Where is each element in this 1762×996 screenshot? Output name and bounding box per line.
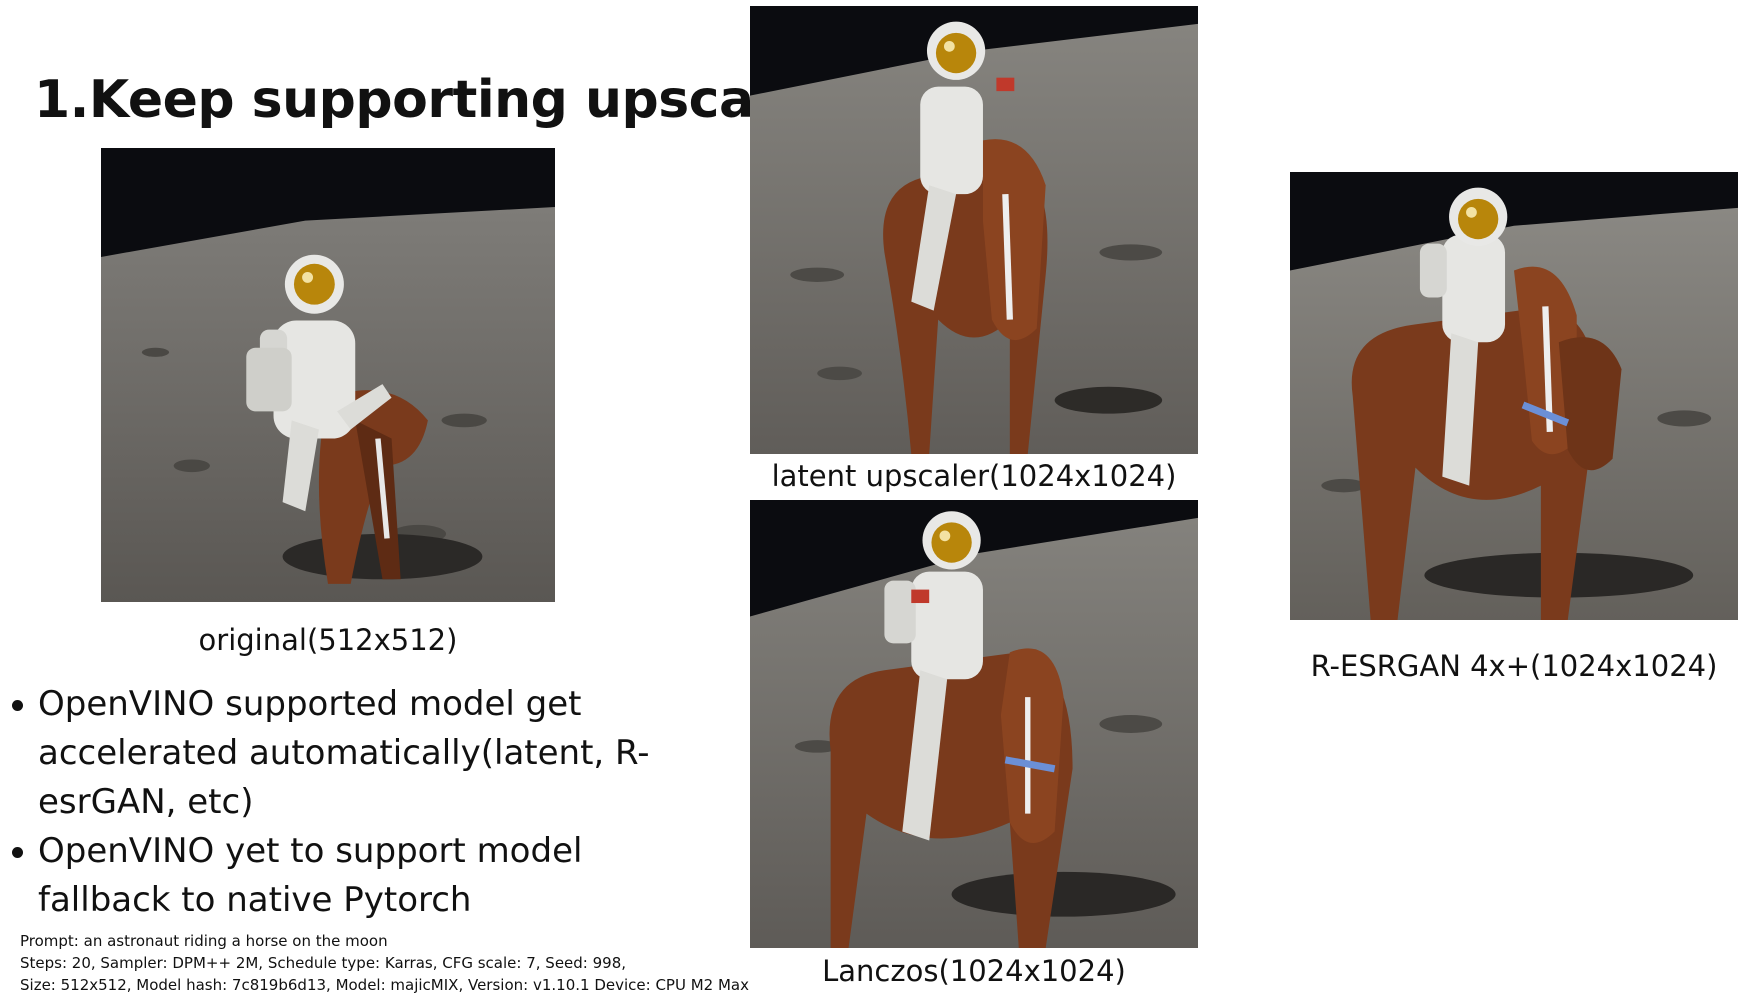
params-line: Steps: 20, Sampler: DPM++ 2M, Schedule t…: [20, 954, 627, 972]
bullet-item: OpenVINO supported model get accelerated…: [6, 680, 706, 827]
model-line: Size: 512x512, Model hash: 7c819b6d13, M…: [20, 976, 749, 994]
astronaut-horse-moon-photo-icon: [101, 148, 555, 602]
resrgan-caption: R-ESRGAN 4x+(1024x1024): [1310, 649, 1718, 683]
bullet-list: OpenVINO supported model get accelerated…: [6, 680, 706, 925]
bullet-dot-icon: [12, 847, 23, 858]
astronaut-horse-moon-photo-icon: [750, 6, 1198, 454]
prompt-line: Prompt: an astronaut riding a horse on t…: [20, 932, 388, 950]
bullet-text: OpenVINO supported model get accelerated…: [38, 684, 650, 822]
bullet-item: OpenVINO yet to support model fallback t…: [6, 827, 706, 925]
lanczos-image: [750, 500, 1198, 948]
latent-upscaler-image: [750, 6, 1198, 454]
original-image: [101, 148, 555, 602]
astronaut-horse-moon-photo-icon: [750, 500, 1198, 948]
bullet-dot-icon: [12, 700, 23, 711]
resrgan-image: [1290, 172, 1738, 620]
generation-info: Prompt: an astronaut riding a horse on t…: [20, 930, 760, 996]
astronaut-horse-moon-photo-icon: [1290, 172, 1738, 620]
bullet-text: OpenVINO yet to support model fallback t…: [38, 831, 583, 920]
lanczos-caption: Lanczos(1024x1024): [822, 954, 1126, 988]
latent-upscaler-caption: latent upscaler(1024x1024): [771, 459, 1177, 493]
original-caption: original(512x512): [198, 623, 458, 657]
